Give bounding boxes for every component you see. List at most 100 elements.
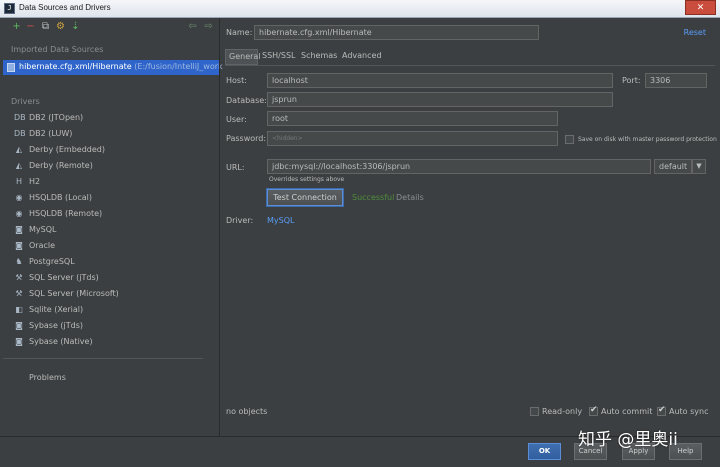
postgresql-icon: ♞	[15, 257, 23, 266]
password-field[interactable]: <hidden>	[267, 131, 558, 146]
port-field[interactable]: 3306	[645, 73, 707, 88]
driver-label: H2	[29, 177, 41, 186]
copy-icon[interactable]: ⧉	[40, 22, 51, 33]
auto-sync-label: Auto sync	[669, 407, 709, 416]
oracle-icon: ◙	[15, 241, 23, 250]
host-label: Host:	[226, 76, 247, 85]
driver-label: HSQLDB (Remote)	[29, 209, 103, 218]
test-connection-button[interactable]: Test Connection	[267, 189, 343, 206]
window-title: Data Sources and Drivers	[19, 3, 111, 12]
driver-item[interactable]: ◧ Sqlite (Xerial)	[3, 302, 219, 318]
driver-label: Sqlite (Xerial)	[29, 305, 84, 314]
derby-icon: ◭	[15, 145, 23, 154]
driver-item[interactable]: ◉ HSQLDB (Local)	[3, 190, 219, 206]
name-label: Name:	[226, 28, 253, 37]
driver-label: Derby (Remote)	[29, 161, 93, 170]
driver-item[interactable]: ♞ PostgreSQL	[3, 254, 219, 270]
auto-sync-checkbox[interactable]	[657, 405, 666, 416]
hsqldb-icon: ◉	[15, 209, 23, 218]
sqlserver-icon: ⚒	[15, 273, 23, 282]
sqlserver-icon: ⚒	[15, 289, 23, 298]
app-icon: J	[4, 3, 15, 14]
back-icon[interactable]: ⇦	[187, 22, 198, 33]
driver-item[interactable]: ◙ Sybase (jTds)	[3, 318, 219, 334]
auto-commit-label: Auto commit	[601, 407, 653, 416]
data-source-icon	[7, 63, 15, 72]
db2-icon: DB	[14, 113, 26, 122]
watermark: 知乎 @里奥ii	[578, 430, 678, 450]
tab-divider	[225, 65, 715, 66]
tab-general[interactable]: General	[225, 49, 261, 65]
data-source-name: hibernate.cfg.xml/Hibernate	[19, 62, 132, 71]
database-field[interactable]: jsprun	[267, 92, 613, 107]
data-source-path: (E:/fusion/IntelliJ_work	[134, 62, 223, 71]
left-panel: + − ⧉ ⚙ ⇣ ⇦ ⇨ Imported Data Sources hibe…	[3, 18, 223, 436]
drivers-header: Drivers	[11, 97, 40, 106]
driver-item[interactable]: ◉ HSQLDB (Remote)	[3, 206, 219, 222]
driver-label: PostgreSQL	[29, 257, 75, 266]
port-label: Port:	[622, 76, 641, 85]
chevron-down-icon[interactable]: ▼	[692, 159, 706, 174]
import-icon[interactable]: ⇣	[70, 22, 81, 33]
user-label: User:	[226, 115, 247, 124]
driver-link[interactable]: MySQL	[267, 216, 294, 225]
driver-item[interactable]: ◭ Derby (Remote)	[3, 158, 219, 174]
derby-icon: ◭	[15, 161, 23, 170]
hsqldb-icon: ◉	[15, 193, 23, 202]
data-source-form: Name: hibernate.cfg.xml/Hibernate Reset …	[220, 18, 720, 436]
sybase-icon: ◙	[15, 337, 23, 346]
driver-label: DB2 (LUW)	[29, 129, 73, 138]
url-mode-select[interactable]: default	[654, 159, 692, 174]
tab-ssh-ssl[interactable]: SSH/SSL	[259, 49, 297, 65]
password-label: Password:	[226, 134, 267, 143]
driver-label: Derby (Embedded)	[29, 145, 105, 154]
forward-icon[interactable]: ⇨	[203, 22, 214, 33]
url-label: URL:	[226, 163, 245, 172]
host-field[interactable]: localhost	[267, 73, 613, 88]
save-on-disk-checkbox[interactable]	[565, 135, 574, 144]
driver-label: SQL Server (jTds)	[29, 273, 99, 282]
ok-button[interactable]: OK	[528, 443, 561, 460]
driver-item[interactable]: DB DB2 (LUW)	[3, 126, 219, 142]
auto-commit-checkbox[interactable]	[589, 405, 598, 416]
user-field[interactable]: root	[267, 111, 558, 126]
data-source-item[interactable]: hibernate.cfg.xml/Hibernate (E:/fusion/I…	[3, 60, 223, 75]
imported-data-sources-header: Imported Data Sources	[11, 45, 104, 54]
driver-item[interactable]: DB DB2 (JTOpen)	[3, 110, 219, 126]
name-field[interactable]: hibernate.cfg.xml/Hibernate	[254, 25, 539, 40]
details-link[interactable]: Details	[396, 193, 424, 202]
remove-icon[interactable]: −	[25, 22, 36, 33]
url-field[interactable]: jdbc:mysql://localhost:3306/jsprun	[267, 159, 651, 174]
driver-label: DB2 (JTOpen)	[29, 113, 84, 122]
driver-item[interactable]: H H2	[3, 174, 219, 190]
driver-label: Sybase (jTds)	[29, 321, 84, 330]
reset-link[interactable]: Reset	[684, 28, 706, 37]
sybase-icon: ◙	[15, 321, 23, 330]
mysql-icon: ◙	[15, 225, 23, 234]
left-divider	[3, 358, 203, 359]
database-label: Database:	[226, 96, 267, 105]
title-bar: J Data Sources and Drivers ✕	[0, 0, 720, 18]
driver-item[interactable]: ⚒ SQL Server (jTds)	[3, 270, 219, 286]
save-on-disk-label: Save on disk with master password protec…	[578, 136, 717, 143]
driver-item[interactable]: ◙ Oracle	[3, 238, 219, 254]
close-button[interactable]: ✕	[685, 0, 716, 15]
overrides-note: Overrides settings above	[269, 176, 345, 183]
driver-config-icon[interactable]: ⚙	[55, 22, 66, 33]
tab-schemas[interactable]: Schemas	[298, 49, 338, 65]
driver-item[interactable]: ◙ Sybase (Native)	[3, 334, 219, 350]
left-toolbar: + − ⧉ ⚙ ⇣ ⇦ ⇨	[3, 22, 219, 36]
db2-icon: DB	[14, 129, 26, 138]
driver-label: HSQLDB (Local)	[29, 193, 93, 202]
h2-icon: H	[15, 177, 22, 186]
driver-item[interactable]: ◭ Derby (Embedded)	[3, 142, 219, 158]
add-icon[interactable]: +	[11, 22, 22, 33]
tab-advanced[interactable]: Advanced	[339, 49, 382, 65]
driver-item[interactable]: ◙ MySQL	[3, 222, 219, 238]
read-only-label: Read-only	[542, 407, 583, 416]
read-only-checkbox[interactable]	[530, 407, 539, 416]
driver-label: Oracle	[29, 241, 56, 250]
problems-item[interactable]: Problems	[29, 373, 66, 382]
test-status: Successful	[352, 193, 395, 202]
driver-item[interactable]: ⚒ SQL Server (Microsoft)	[3, 286, 219, 302]
